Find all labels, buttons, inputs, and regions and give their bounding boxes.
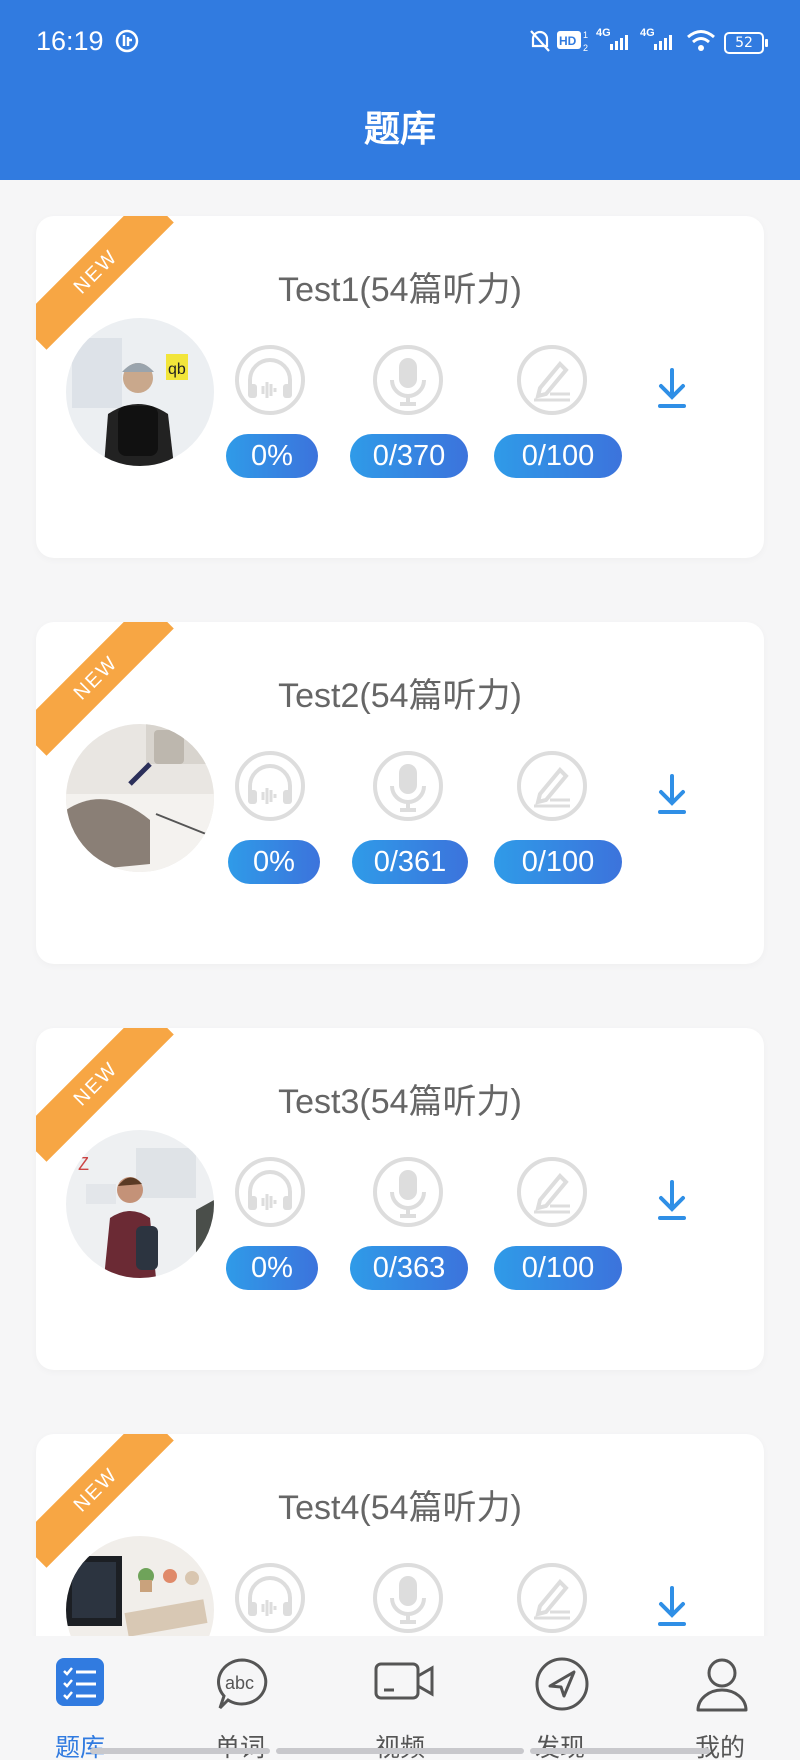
tab-label: 题库 [54, 1733, 105, 1760]
tab-me[interactable]: 我的 [660, 1636, 780, 1760]
headphones-icon[interactable] [234, 1156, 306, 1228]
svg-text:1: 1 [583, 30, 588, 40]
tab-label: 我的 [694, 1733, 745, 1760]
test-card[interactable]: NEW Test1(54篇听力) qb 0% 0/370 0/100 [36, 216, 764, 558]
svg-text:HD: HD [559, 34, 577, 48]
card-thumbnail-image [66, 724, 214, 872]
svg-text:abc: abc [225, 1673, 254, 1693]
svg-text:Z: Z [78, 1154, 89, 1174]
svg-text:4G: 4G [640, 27, 655, 39]
headphones-icon[interactable] [234, 344, 306, 416]
writing-progress: 0/100 [494, 1246, 622, 1290]
card-thumbnail-image: qb [66, 318, 214, 466]
gesture-bar-segment [530, 1748, 710, 1754]
writing-icon[interactable] [516, 750, 588, 822]
status-bar: 16:19 HD 1 2 4G 4G 52 [0, 0, 800, 86]
battery-indicator: 52 [724, 32, 768, 54]
mute-bell-icon [530, 30, 550, 52]
test-card[interactable]: NEW Test2(54篇听力) 0% 0/361 0/100 [36, 622, 764, 964]
svg-text:4G: 4G [596, 27, 611, 39]
listening-progress: 0% [228, 840, 320, 884]
card-title: Test1(54篇听力) [278, 271, 522, 309]
person-icon [696, 1658, 748, 1712]
gesture-bar-segment [90, 1748, 270, 1754]
microphone-icon[interactable] [372, 344, 444, 416]
svg-text:qb: qb [168, 361, 186, 378]
wifi-icon [687, 30, 715, 51]
list-check-icon [56, 1658, 104, 1706]
writing-progress: 0/100 [494, 434, 622, 478]
compass-icon [535, 1657, 589, 1711]
speaking-progress: 0/361 [352, 840, 468, 884]
tab-label: 发现 [534, 1733, 585, 1760]
writing-icon[interactable] [516, 1562, 588, 1634]
status-time: 16:19 [36, 26, 104, 56]
tab-video[interactable]: 视频 [340, 1636, 460, 1760]
download-icon[interactable] [652, 1584, 692, 1630]
tab-label: 视频 [374, 1733, 425, 1760]
video-camera-icon [374, 1662, 434, 1700]
download-icon[interactable] [652, 366, 692, 412]
signal-4g-icon-2: 4G [640, 27, 672, 50]
card-thumbnail-image: Z [66, 1130, 214, 1278]
app-notification-icon [115, 29, 139, 53]
hd-icon: HD 1 2 [557, 30, 588, 53]
headphones-icon[interactable] [234, 1562, 306, 1634]
gesture-bar-segment [276, 1748, 524, 1754]
writing-icon[interactable] [516, 344, 588, 416]
svg-text:2: 2 [583, 43, 588, 53]
bottom-tab-bar: 题库 abc 单词 视频 发现 我的 [0, 1636, 800, 1760]
download-icon[interactable] [652, 772, 692, 818]
signal-4g-icon: 4G [596, 27, 628, 50]
listening-progress: 0% [226, 434, 318, 478]
listening-progress: 0% [226, 1246, 318, 1290]
card-title: Test3(54篇听力) [278, 1083, 522, 1121]
microphone-icon[interactable] [372, 1562, 444, 1634]
headphones-icon[interactable] [234, 750, 306, 822]
speaking-progress: 0/370 [350, 434, 468, 478]
abc-bubble-icon: abc [217, 1658, 268, 1710]
page-title: 题库 [363, 109, 436, 150]
tab-label: 单词 [214, 1733, 265, 1760]
microphone-icon[interactable] [372, 1156, 444, 1228]
card-title: Test4(54篇听力) [278, 1489, 522, 1527]
writing-progress: 0/100 [494, 840, 622, 884]
speaking-progress: 0/363 [350, 1246, 468, 1290]
tab-question-bank[interactable]: 题库 [20, 1636, 140, 1760]
tab-words[interactable]: abc 单词 [180, 1636, 300, 1760]
app-header: 16:19 HD 1 2 4G 4G 52 题库 [0, 0, 800, 180]
microphone-icon[interactable] [372, 750, 444, 822]
download-icon[interactable] [652, 1178, 692, 1224]
writing-icon[interactable] [516, 1156, 588, 1228]
test-card[interactable]: NEW Test3(54篇听力) Z 0% 0/363 0/100 [36, 1028, 764, 1370]
card-title: Test2(54篇听力) [278, 677, 522, 715]
tab-discover[interactable]: 发现 [500, 1636, 620, 1760]
